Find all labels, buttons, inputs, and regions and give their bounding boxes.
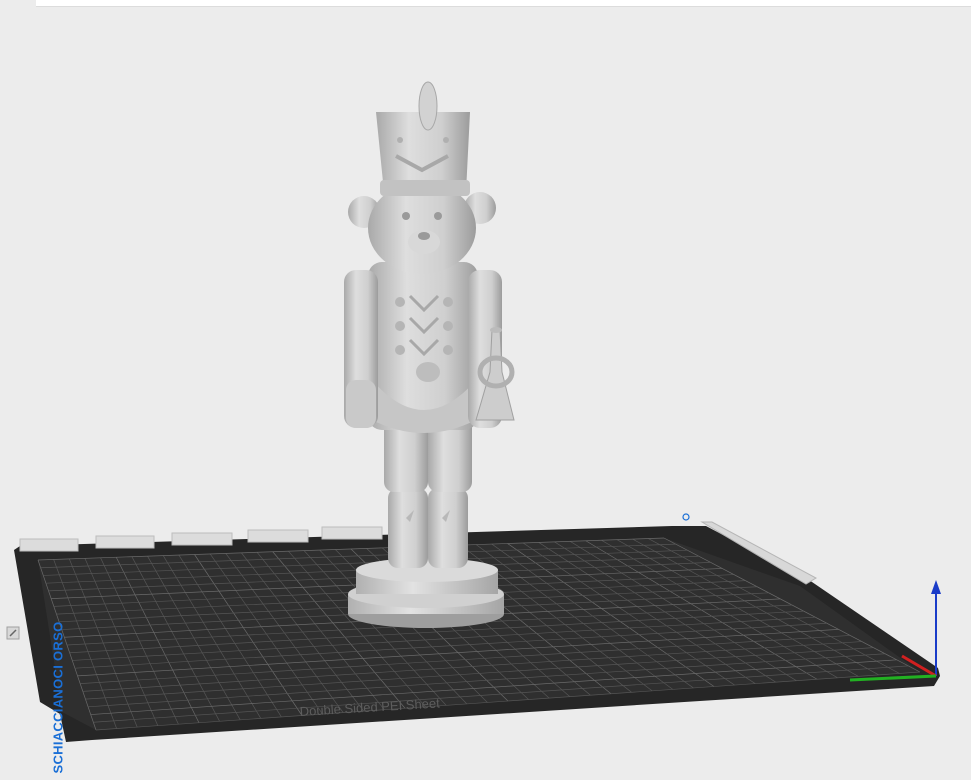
3d-viewport[interactable]: Double Sided PEI Sheet SCHIACCIANOCI ORS…: [0, 0, 971, 780]
bed-origin-marker: [682, 513, 690, 521]
object-name-label[interactable]: SCHIACCIANOCI ORSO: [51, 621, 66, 773]
bed-logo-tab: [171, 532, 233, 546]
scene-canvas[interactable]: Double Sided PEI Sheet: [0, 0, 971, 780]
edit-object-icon[interactable]: [6, 626, 20, 640]
bed-logo-tab: [95, 535, 155, 549]
bed-logo-tab: [321, 526, 383, 540]
bed-logo-tab: [19, 538, 79, 552]
bed-logo-tab: [247, 529, 309, 543]
print-bed: Double Sided PEI Sheet: [14, 513, 940, 742]
